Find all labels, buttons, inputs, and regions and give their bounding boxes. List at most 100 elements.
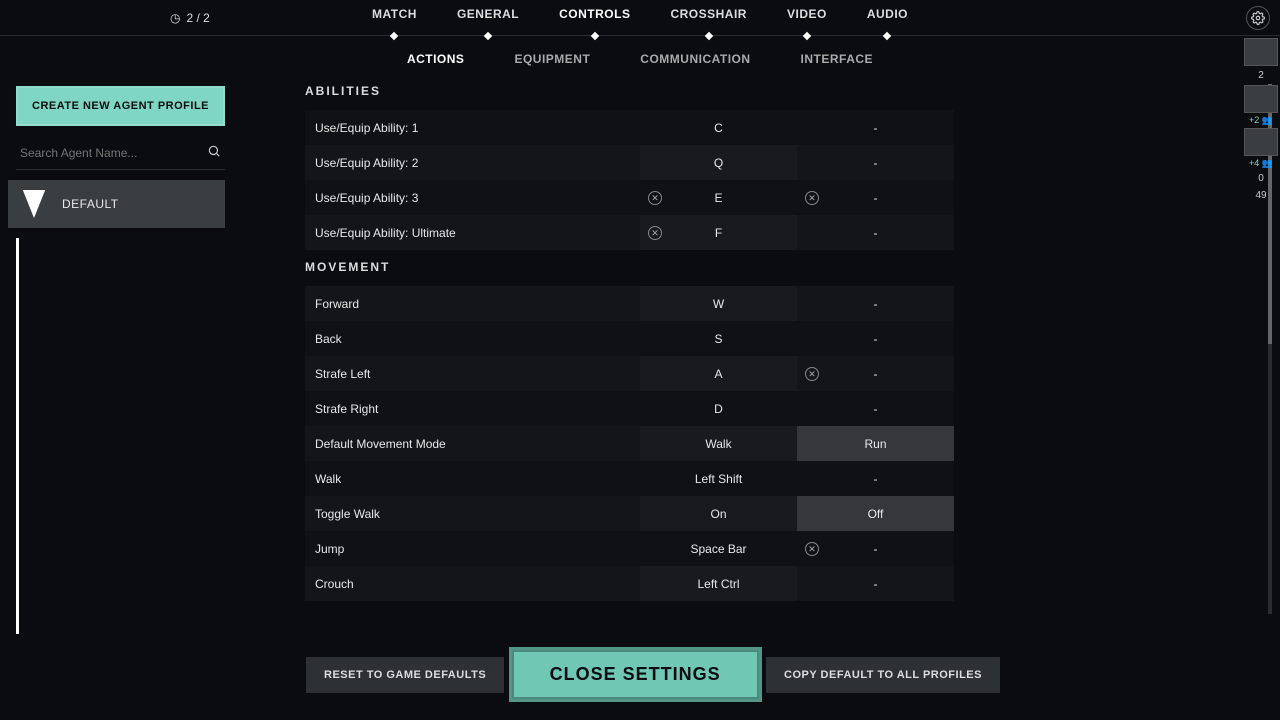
profile-label: DEFAULT bbox=[62, 197, 119, 211]
primary-binding[interactable]: ✕F bbox=[640, 215, 797, 250]
binding-row: Strafe RightD- bbox=[305, 391, 1240, 426]
binding-label: Use/Equip Ability: Ultimate bbox=[305, 215, 640, 250]
sidebar: CREATE NEW AGENT PROFILE DEFAULT bbox=[0, 74, 235, 634]
secondary-binding[interactable]: - bbox=[797, 215, 954, 250]
binding-label: Back bbox=[305, 321, 640, 356]
social-badge: +2 👥 bbox=[1249, 115, 1273, 126]
clear-icon[interactable]: ✕ bbox=[805, 542, 819, 556]
binding-row: WalkLeft Shift- bbox=[305, 461, 1240, 496]
secondary-binding[interactable]: - bbox=[797, 321, 954, 356]
primary-binding[interactable]: Space Bar bbox=[640, 531, 797, 566]
tab-audio[interactable]: AUDIO bbox=[867, 7, 908, 29]
sidebar-scroll-track[interactable] bbox=[16, 238, 19, 634]
primary-binding[interactable]: Left Shift bbox=[640, 461, 797, 496]
subtab-communication[interactable]: COMMUNICATION bbox=[640, 52, 750, 66]
binding-label: Jump bbox=[305, 531, 640, 566]
secondary-binding[interactable]: - bbox=[797, 110, 954, 145]
top-bar: ◷ 2 / 2 MATCH GENERAL CONTROLS CROSSHAIR VID… bbox=[0, 0, 1280, 36]
binding-row: Use/Equip Ability: Ultimate✕F- bbox=[305, 215, 1240, 250]
binding-row: Use/Equip Ability: 3✕E✕- bbox=[305, 180, 1240, 215]
binding-label: Use/Equip Ability: 1 bbox=[305, 110, 640, 145]
agent-icon bbox=[20, 190, 48, 218]
social-count: 49 bbox=[1255, 188, 1266, 203]
secondary-binding[interactable]: - bbox=[797, 461, 954, 496]
subtab-equipment[interactable]: EQUIPMENT bbox=[514, 52, 590, 66]
primary-binding[interactable]: A bbox=[640, 356, 797, 391]
clear-icon[interactable]: ✕ bbox=[805, 367, 819, 381]
binding-label: Strafe Left bbox=[305, 356, 640, 391]
secondary-binding[interactable]: - bbox=[797, 286, 954, 321]
primary-binding[interactable]: D bbox=[640, 391, 797, 426]
social-count: 0 bbox=[1258, 171, 1264, 186]
binding-label: Use/Equip Ability: 3 bbox=[305, 180, 640, 215]
profile-item-default[interactable]: DEFAULT bbox=[8, 180, 225, 228]
binding-label: Forward bbox=[305, 286, 640, 321]
secondary-binding[interactable]: - bbox=[797, 566, 954, 601]
social-card[interactable] bbox=[1244, 128, 1278, 156]
search-row bbox=[16, 136, 225, 170]
binding-row: BackS- bbox=[305, 321, 1240, 356]
clear-icon[interactable]: ✕ bbox=[648, 191, 662, 205]
binding-label: Default Movement Mode bbox=[305, 426, 640, 461]
social-card[interactable] bbox=[1244, 85, 1278, 113]
section-title: ABILITIES bbox=[305, 84, 1240, 98]
secondary-binding[interactable]: ✕- bbox=[797, 531, 954, 566]
binding-label: Use/Equip Ability: 2 bbox=[305, 145, 640, 180]
secondary-binding[interactable]: - bbox=[797, 391, 954, 426]
toggle-option-secondary[interactable]: Run bbox=[797, 426, 954, 461]
page-counter: ◷ 2 / 2 bbox=[170, 11, 210, 25]
toggle-option-primary[interactable]: On bbox=[640, 496, 797, 531]
search-input[interactable] bbox=[20, 146, 207, 160]
binding-label: Walk bbox=[305, 461, 640, 496]
tab-crosshair[interactable]: CROSSHAIR bbox=[670, 7, 747, 29]
binding-row: Toggle WalkOnOff bbox=[305, 496, 1240, 531]
primary-binding[interactable]: Q bbox=[640, 145, 797, 180]
primary-binding[interactable]: W bbox=[640, 286, 797, 321]
history-icon: ◷ bbox=[170, 11, 180, 25]
binding-row: Default Movement ModeWalkRun bbox=[305, 426, 1240, 461]
toggle-option-primary[interactable]: Walk bbox=[640, 426, 797, 461]
content: CREATE NEW AGENT PROFILE DEFAULT ABILITI… bbox=[0, 74, 1280, 634]
secondary-binding[interactable]: ✕- bbox=[797, 356, 954, 391]
copy-profiles-button[interactable]: COPY DEFAULT TO ALL PROFILES bbox=[766, 657, 1000, 693]
close-settings-button[interactable]: CLOSE SETTINGS bbox=[509, 647, 762, 702]
sub-tabs: ACTIONS EQUIPMENT COMMUNICATION INTERFACE bbox=[0, 36, 1280, 74]
settings-panel: ABILITIESUse/Equip Ability: 1C-Use/Equip… bbox=[235, 74, 1280, 634]
create-profile-button[interactable]: CREATE NEW AGENT PROFILE bbox=[16, 86, 225, 126]
secondary-binding[interactable]: - bbox=[797, 145, 954, 180]
clear-icon[interactable]: ✕ bbox=[805, 191, 819, 205]
main-tabs: MATCH GENERAL CONTROLS CROSSHAIR VIDEO AUDIO bbox=[372, 7, 908, 29]
binding-row: Use/Equip Ability: 1C- bbox=[305, 110, 1240, 145]
secondary-binding[interactable]: ✕- bbox=[797, 180, 954, 215]
search-icon[interactable] bbox=[207, 144, 221, 161]
social-badge: +4 👥 bbox=[1249, 158, 1273, 169]
tab-video[interactable]: VIDEO bbox=[787, 7, 827, 29]
tab-match[interactable]: MATCH bbox=[372, 7, 417, 29]
tab-general[interactable]: GENERAL bbox=[457, 7, 519, 29]
primary-binding[interactable]: C bbox=[640, 110, 797, 145]
binding-row: JumpSpace Bar✕- bbox=[305, 531, 1240, 566]
section-title: MOVEMENT bbox=[305, 260, 1240, 274]
binding-row: Strafe LeftA✕- bbox=[305, 356, 1240, 391]
social-count: 2 bbox=[1258, 68, 1264, 83]
reset-button[interactable]: RESET TO GAME DEFAULTS bbox=[306, 657, 504, 693]
social-card[interactable] bbox=[1244, 38, 1278, 66]
binding-row: Use/Equip Ability: 2Q- bbox=[305, 145, 1240, 180]
binding-label: Crouch bbox=[305, 566, 640, 601]
right-social-panel: 2 +2 👥 +4 👥 0 49 bbox=[1242, 38, 1280, 203]
page-counter-text: 2 / 2 bbox=[186, 11, 209, 25]
sidebar-scroll bbox=[16, 238, 225, 634]
primary-binding[interactable]: ✕E bbox=[640, 180, 797, 215]
binding-label: Strafe Right bbox=[305, 391, 640, 426]
binding-row: CrouchLeft Ctrl- bbox=[305, 566, 1240, 601]
tab-controls[interactable]: CONTROLS bbox=[559, 7, 630, 29]
toggle-option-secondary[interactable]: Off bbox=[797, 496, 954, 531]
subtab-actions[interactable]: ACTIONS bbox=[407, 52, 465, 66]
clear-icon[interactable]: ✕ bbox=[648, 226, 662, 240]
subtab-interface[interactable]: INTERFACE bbox=[801, 52, 874, 66]
gear-icon[interactable] bbox=[1246, 6, 1270, 30]
binding-row: ForwardW- bbox=[305, 286, 1240, 321]
primary-binding[interactable]: Left Ctrl bbox=[640, 566, 797, 601]
primary-binding[interactable]: S bbox=[640, 321, 797, 356]
binding-label: Toggle Walk bbox=[305, 496, 640, 531]
